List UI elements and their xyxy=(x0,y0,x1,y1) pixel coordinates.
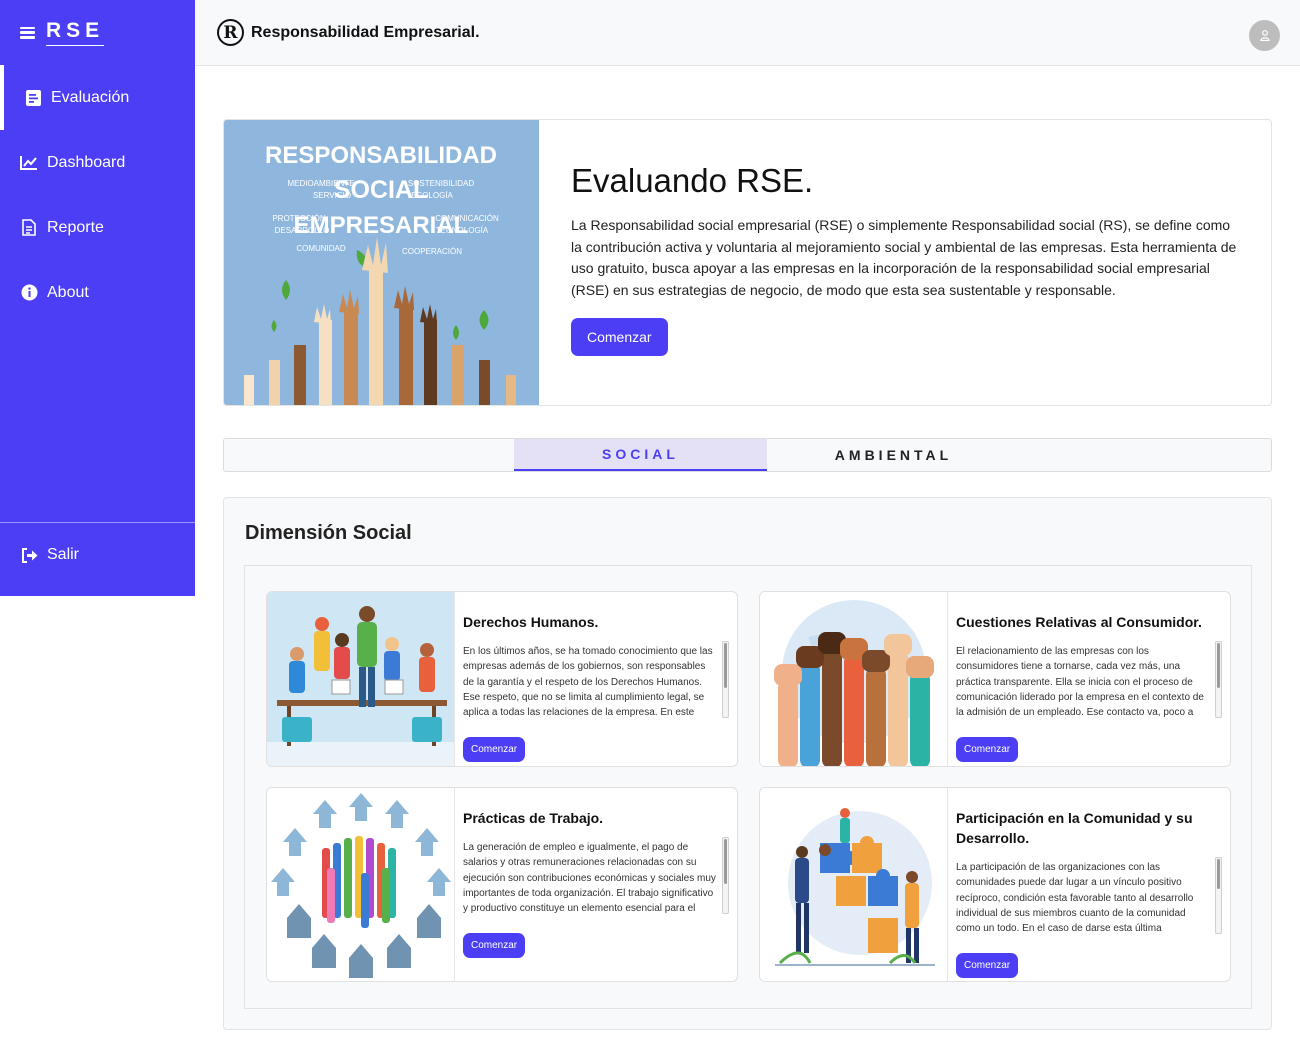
card-body: Derechos Humanos. En los últimos años, s… xyxy=(455,592,737,766)
card-title: Prácticas de Trabajo. xyxy=(463,810,604,826)
sign-out-icon xyxy=(20,546,38,564)
hero-image-word: RESPONSABILIDAD xyxy=(265,142,497,169)
brand-logo-text[interactable]: RSE xyxy=(46,19,105,46)
community-houses-image xyxy=(267,788,455,981)
hero-description: La Responsabilidad social empresarial (R… xyxy=(571,217,1237,298)
card-scrollbar-thumb[interactable] xyxy=(724,839,727,884)
hero-image-word: COMUNICACIÓN xyxy=(435,214,499,223)
logout-button[interactable]: Salir xyxy=(0,522,195,587)
card-title: Cuestiones Relativas al Consumidor. xyxy=(956,614,1202,630)
card-title: Derechos Humanos. xyxy=(463,614,599,630)
rse-hero-image: RESPONSABILIDAD MEDIOAMBIENTE SERVICIO S… xyxy=(224,120,539,405)
hero-image-word: COMUNIDAD xyxy=(296,244,346,253)
logout-label: Salir xyxy=(47,546,80,563)
puzzle-team-image xyxy=(760,788,948,981)
card-scrollbar[interactable] xyxy=(722,641,729,718)
card-scrollbar-thumb[interactable] xyxy=(724,643,727,688)
card-title: Participación en la Comunidad y su Desar… xyxy=(956,810,1193,846)
card-scrollbar[interactable] xyxy=(722,837,729,914)
hero-image-word: TECNOLOGÍA xyxy=(436,226,489,235)
sidebar: RSE Evaluación Dashboard Reporte About S… xyxy=(0,0,195,596)
hero-image-word: ECOLOGÍA xyxy=(411,191,453,200)
card-start-button[interactable]: Comenzar xyxy=(463,737,526,762)
hero-card: RESPONSABILIDAD MEDIOAMBIENTE SERVICIO S… xyxy=(223,119,1272,406)
form-icon xyxy=(24,89,42,107)
user-avatar[interactable] xyxy=(1249,20,1280,51)
sidebar-item-about[interactable]: About xyxy=(0,260,195,325)
sidebar-item-evaluacion[interactable]: Evaluación xyxy=(0,65,195,130)
sidebar-item-label: Reporte xyxy=(47,218,104,236)
top-bar: R Responsabilidad Empresarial. xyxy=(195,0,1300,66)
registered-logo-icon: R xyxy=(217,19,244,46)
card-start-button[interactable]: Comenzar xyxy=(463,933,526,958)
card-text: La participación de las organizaciones c… xyxy=(956,862,1194,935)
info-icon xyxy=(20,284,38,302)
card-body: Cuestiones Relativas al Consumidor. El r… xyxy=(948,592,1230,766)
hamburger-menu-icon[interactable] xyxy=(20,26,35,39)
dimension-panel: Dimensión Social Derechos Humanos. En lo… xyxy=(223,497,1272,1030)
chart-icon xyxy=(20,154,38,172)
card-derechos-humanos: Derechos Humanos. En los últimos años, s… xyxy=(266,591,738,767)
hero-image-word: SOSTENIBILIDAD xyxy=(408,179,474,188)
tab-ambiental[interactable]: AMBIENTAL xyxy=(767,439,1020,471)
hero-body: Evaluando RSE. La Responsabilidad social… xyxy=(539,120,1271,405)
card-body: Participación en la Comunidad y su Desar… xyxy=(948,788,1230,981)
card-body: Prácticas de Trabajo. La generación de e… xyxy=(455,788,737,981)
sidebar-item-label: About xyxy=(47,283,89,301)
document-icon xyxy=(20,219,38,237)
cards-container: Derechos Humanos. En los últimos años, s… xyxy=(244,565,1252,1009)
start-button[interactable]: Comenzar xyxy=(571,318,668,356)
hero-image-word: COOPERACIÓN xyxy=(402,247,462,256)
card-scrollbar[interactable] xyxy=(1215,857,1222,934)
card-participacion-comunidad: Participación en la Comunidad y su Desar… xyxy=(759,787,1231,982)
raised-fists-image xyxy=(760,592,948,766)
card-scrollbar-thumb[interactable] xyxy=(1217,859,1220,889)
hero-title: Evaluando RSE. xyxy=(571,162,814,199)
card-text: En los últimos años, se ha tomado conoci… xyxy=(463,646,713,719)
sidebar-item-label: Dashboard xyxy=(47,153,126,171)
app-title: Responsabilidad Empresarial. xyxy=(251,23,480,41)
card-practicas-trabajo: Prácticas de Trabajo. La generación de e… xyxy=(266,787,738,982)
sidebar-item-reporte[interactable]: Reporte xyxy=(0,195,195,260)
card-start-button[interactable]: Comenzar xyxy=(956,737,1019,762)
card-consumidor: Cuestiones Relativas al Consumidor. El r… xyxy=(759,591,1231,767)
user-icon xyxy=(1259,30,1270,41)
sidebar-item-label: Evaluación xyxy=(51,88,130,106)
card-text: El relacionamiento de las empresas con l… xyxy=(956,646,1204,719)
card-scrollbar[interactable] xyxy=(1215,641,1222,718)
dimension-title: Dimensión Social xyxy=(245,522,412,544)
card-scrollbar-thumb[interactable] xyxy=(1217,643,1220,688)
team-meeting-image xyxy=(267,592,455,766)
card-start-button[interactable]: Comenzar xyxy=(956,953,1019,978)
sidebar-brand: RSE xyxy=(0,0,195,65)
dimension-tabs: SOCIAL AMBIENTAL xyxy=(223,438,1272,472)
card-text: La generación de empleo e igualmente, el… xyxy=(463,842,716,915)
tab-social[interactable]: SOCIAL xyxy=(514,439,767,471)
sidebar-item-dashboard[interactable]: Dashboard xyxy=(0,130,195,195)
